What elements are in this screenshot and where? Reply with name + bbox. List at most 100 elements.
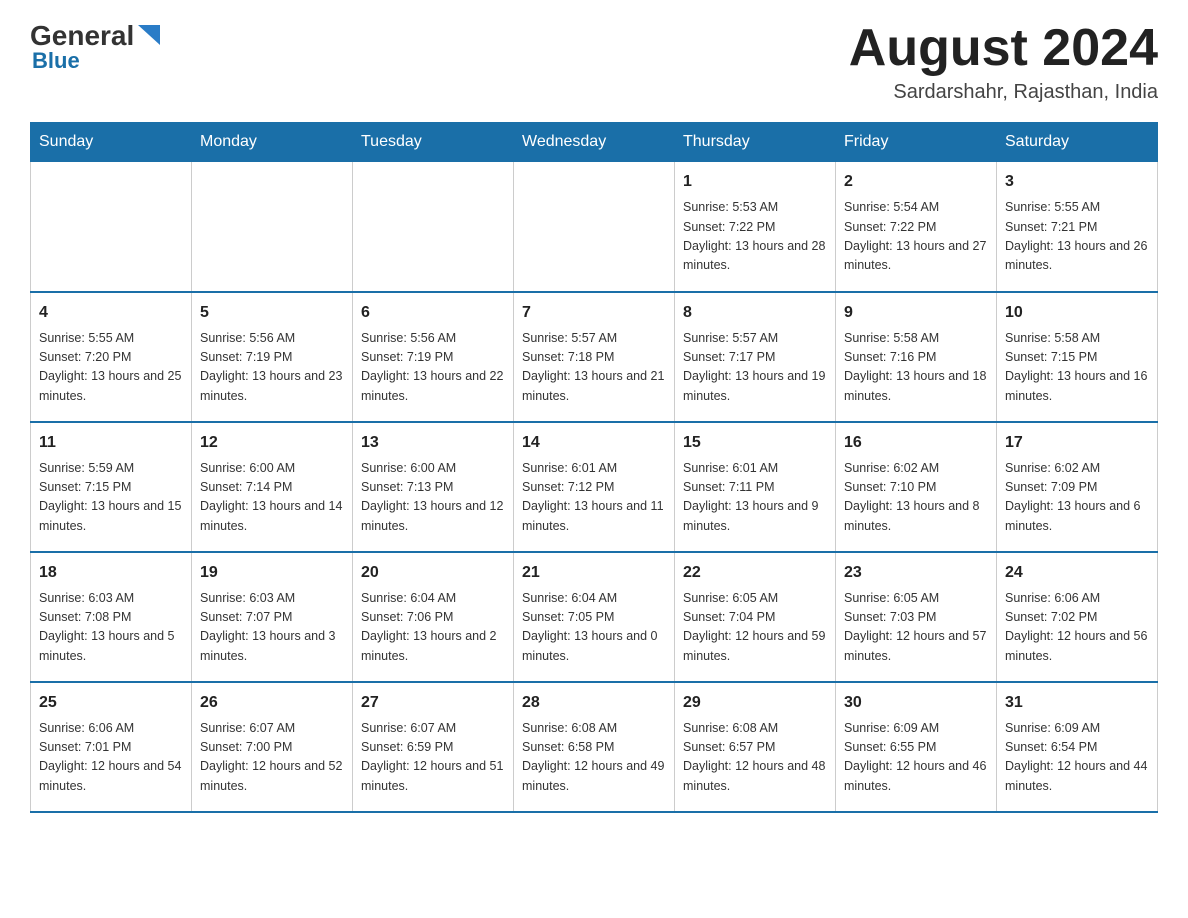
- day-info: Sunrise: 6:02 AM Sunset: 7:10 PM Dayligh…: [844, 459, 988, 537]
- day-number: 11: [39, 431, 183, 455]
- calendar-table: SundayMondayTuesdayWednesdayThursdayFrid…: [30, 122, 1158, 813]
- calendar-cell: 12 Sunrise: 6:00 AM Sunset: 7:14 PM Dayli…: [192, 422, 353, 552]
- day-number: 5: [200, 301, 344, 325]
- calendar-cell: 3Sunrise: 5:55 AM Sunset: 7:21 PM Daylig…: [997, 162, 1158, 292]
- day-number: 12: [200, 431, 344, 455]
- day-info: Sunrise: 6:09 AM Sunset: 6:54 PM Dayligh…: [1005, 719, 1149, 797]
- calendar-cell: 23Sunrise: 6:05 AM Sunset: 7:03 PM Dayli…: [836, 552, 997, 682]
- day-info: Sunrise: 5:59 AM Sunset: 7:15 PM Dayligh…: [39, 459, 183, 537]
- day-info: Sunrise: 6:08 AM Sunset: 6:58 PM Dayligh…: [522, 719, 666, 797]
- day-number: 2: [844, 170, 988, 194]
- day-info: Sunrise: 5:53 AM Sunset: 7:22 PM Dayligh…: [683, 198, 827, 276]
- day-number: 17: [1005, 431, 1149, 455]
- day-info: Sunrise: 6:03 AM Sunset: 7:08 PM Dayligh…: [39, 589, 183, 667]
- calendar-cell: 30 Sunrise: 6:09 AM Sunset: 6:55 PM Dayli…: [836, 682, 997, 812]
- logo-blue: Blue: [32, 48, 80, 74]
- day-info: Sunrise: 5:56 AM Sunset: 7:19 PM Dayligh…: [200, 329, 344, 407]
- calendar-cell: 8 Sunrise: 5:57 AM Sunset: 7:17 PM Daylig…: [675, 292, 836, 422]
- day-number: 29: [683, 691, 827, 715]
- day-number: 14: [522, 431, 666, 455]
- day-info: Sunrise: 5:57 AM Sunset: 7:18 PM Dayligh…: [522, 329, 666, 407]
- day-number: 16: [844, 431, 988, 455]
- day-number: 21: [522, 561, 666, 585]
- calendar-cell: 1 Sunrise: 5:53 AM Sunset: 7:22 PM Daylig…: [675, 162, 836, 292]
- calendar-cell: 7 Sunrise: 5:57 AM Sunset: 7:18 PM Daylig…: [514, 292, 675, 422]
- day-header-thursday: Thursday: [675, 123, 836, 162]
- calendar-week-row: 11 Sunrise: 5:59 AM Sunset: 7:15 PM Dayli…: [31, 422, 1158, 552]
- day-number: 19: [200, 561, 344, 585]
- day-info: Sunrise: 6:04 AM Sunset: 7:06 PM Dayligh…: [361, 589, 505, 667]
- calendar-cell: 28Sunrise: 6:08 AM Sunset: 6:58 PM Dayli…: [514, 682, 675, 812]
- calendar-cell: 14Sunrise: 6:01 AM Sunset: 7:12 PM Dayli…: [514, 422, 675, 552]
- calendar-cell: 10Sunrise: 5:58 AM Sunset: 7:15 PM Dayli…: [997, 292, 1158, 422]
- day-number: 30: [844, 691, 988, 715]
- day-header-tuesday: Tuesday: [353, 123, 514, 162]
- day-header-saturday: Saturday: [997, 123, 1158, 162]
- day-info: Sunrise: 6:07 AM Sunset: 6:59 PM Dayligh…: [361, 719, 505, 797]
- calendar-cell: 2 Sunrise: 5:54 AM Sunset: 7:22 PM Daylig…: [836, 162, 997, 292]
- day-info: Sunrise: 6:08 AM Sunset: 6:57 PM Dayligh…: [683, 719, 827, 797]
- day-info: Sunrise: 5:58 AM Sunset: 7:16 PM Dayligh…: [844, 329, 988, 407]
- header: General Blue August 2024 Sardarshahr, Ra…: [30, 20, 1158, 104]
- calendar-header-row: SundayMondayTuesdayWednesdayThursdayFrid…: [31, 123, 1158, 162]
- calendar-week-row: 1 Sunrise: 5:53 AM Sunset: 7:22 PM Daylig…: [31, 162, 1158, 292]
- day-number: 9: [844, 301, 988, 325]
- day-header-sunday: Sunday: [31, 123, 192, 162]
- day-number: 3: [1005, 170, 1149, 194]
- day-info: Sunrise: 5:57 AM Sunset: 7:17 PM Dayligh…: [683, 329, 827, 407]
- day-header-friday: Friday: [836, 123, 997, 162]
- calendar-cell: 22Sunrise: 6:05 AM Sunset: 7:04 PM Dayli…: [675, 552, 836, 682]
- calendar-cell: 19 Sunrise: 6:03 AM Sunset: 7:07 PM Dayli…: [192, 552, 353, 682]
- calendar-week-row: 25Sunrise: 6:06 AM Sunset: 7:01 PM Dayli…: [31, 682, 1158, 812]
- calendar-cell: 9 Sunrise: 5:58 AM Sunset: 7:16 PM Daylig…: [836, 292, 997, 422]
- day-number: 31: [1005, 691, 1149, 715]
- calendar-cell: 29 Sunrise: 6:08 AM Sunset: 6:57 PM Dayli…: [675, 682, 836, 812]
- calendar-cell: 21 Sunrise: 6:04 AM Sunset: 7:05 PM Dayli…: [514, 552, 675, 682]
- day-number: 6: [361, 301, 505, 325]
- month-title: August 2024: [849, 20, 1158, 77]
- calendar-cell: [192, 162, 353, 292]
- calendar-cell: 13Sunrise: 6:00 AM Sunset: 7:13 PM Dayli…: [353, 422, 514, 552]
- calendar-cell: 31 Sunrise: 6:09 AM Sunset: 6:54 PM Dayli…: [997, 682, 1158, 812]
- day-number: 26: [200, 691, 344, 715]
- calendar-cell: 5 Sunrise: 5:56 AM Sunset: 7:19 PM Daylig…: [192, 292, 353, 422]
- day-info: Sunrise: 6:02 AM Sunset: 7:09 PM Dayligh…: [1005, 459, 1149, 537]
- day-number: 27: [361, 691, 505, 715]
- day-number: 24: [1005, 561, 1149, 585]
- calendar-cell: 25Sunrise: 6:06 AM Sunset: 7:01 PM Dayli…: [31, 682, 192, 812]
- day-info: Sunrise: 5:55 AM Sunset: 7:20 PM Dayligh…: [39, 329, 183, 407]
- calendar-cell: 11 Sunrise: 5:59 AM Sunset: 7:15 PM Dayli…: [31, 422, 192, 552]
- day-info: Sunrise: 6:03 AM Sunset: 7:07 PM Dayligh…: [200, 589, 344, 667]
- logo: General Blue: [30, 20, 160, 74]
- calendar-cell: 6 Sunrise: 5:56 AM Sunset: 7:19 PM Daylig…: [353, 292, 514, 422]
- calendar-cell: 24 Sunrise: 6:06 AM Sunset: 7:02 PM Dayli…: [997, 552, 1158, 682]
- day-info: Sunrise: 6:01 AM Sunset: 7:11 PM Dayligh…: [683, 459, 827, 537]
- title-area: August 2024 Sardarshahr, Rajasthan, Indi…: [849, 20, 1158, 104]
- calendar-cell: 20 Sunrise: 6:04 AM Sunset: 7:06 PM Dayli…: [353, 552, 514, 682]
- calendar-cell: 17 Sunrise: 6:02 AM Sunset: 7:09 PM Dayli…: [997, 422, 1158, 552]
- day-info: Sunrise: 5:56 AM Sunset: 7:19 PM Dayligh…: [361, 329, 505, 407]
- day-number: 18: [39, 561, 183, 585]
- day-number: 15: [683, 431, 827, 455]
- day-number: 7: [522, 301, 666, 325]
- day-info: Sunrise: 6:05 AM Sunset: 7:04 PM Dayligh…: [683, 589, 827, 667]
- day-info: Sunrise: 6:09 AM Sunset: 6:55 PM Dayligh…: [844, 719, 988, 797]
- calendar-cell: 16 Sunrise: 6:02 AM Sunset: 7:10 PM Dayli…: [836, 422, 997, 552]
- day-info: Sunrise: 6:00 AM Sunset: 7:13 PM Dayligh…: [361, 459, 505, 537]
- day-info: Sunrise: 6:07 AM Sunset: 7:00 PM Dayligh…: [200, 719, 344, 797]
- day-number: 23: [844, 561, 988, 585]
- day-info: Sunrise: 6:06 AM Sunset: 7:02 PM Dayligh…: [1005, 589, 1149, 667]
- day-info: Sunrise: 5:54 AM Sunset: 7:22 PM Dayligh…: [844, 198, 988, 276]
- calendar-week-row: 18 Sunrise: 6:03 AM Sunset: 7:08 PM Dayli…: [31, 552, 1158, 682]
- day-info: Sunrise: 6:04 AM Sunset: 7:05 PM Dayligh…: [522, 589, 666, 667]
- day-number: 8: [683, 301, 827, 325]
- day-number: 20: [361, 561, 505, 585]
- day-header-wednesday: Wednesday: [514, 123, 675, 162]
- location: Sardarshahr, Rajasthan, India: [849, 81, 1158, 104]
- day-number: 1: [683, 170, 827, 194]
- day-info: Sunrise: 5:58 AM Sunset: 7:15 PM Dayligh…: [1005, 329, 1149, 407]
- calendar-cell: 26 Sunrise: 6:07 AM Sunset: 7:00 PM Dayli…: [192, 682, 353, 812]
- calendar-cell: 18 Sunrise: 6:03 AM Sunset: 7:08 PM Dayli…: [31, 552, 192, 682]
- calendar-cell: 27 Sunrise: 6:07 AM Sunset: 6:59 PM Dayli…: [353, 682, 514, 812]
- day-info: Sunrise: 6:00 AM Sunset: 7:14 PM Dayligh…: [200, 459, 344, 537]
